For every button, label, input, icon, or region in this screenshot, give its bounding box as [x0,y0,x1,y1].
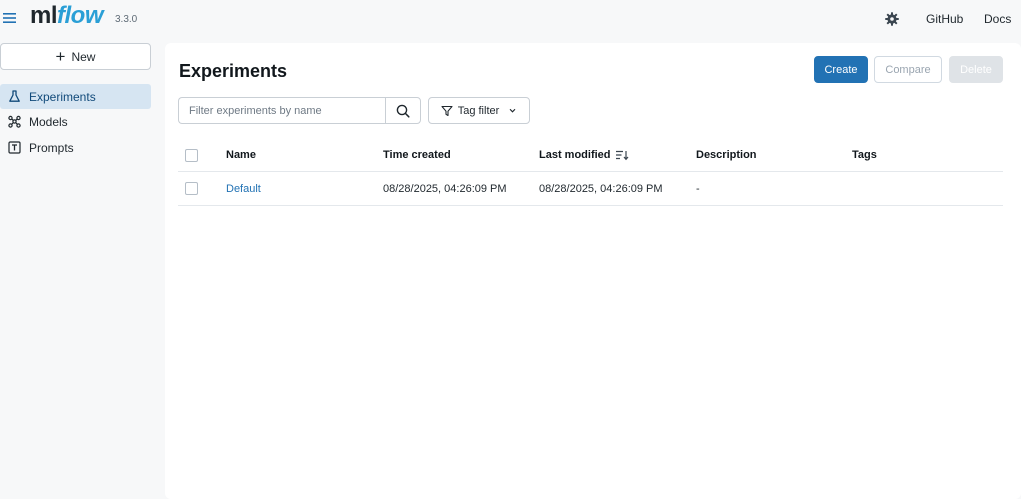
column-header-time-created[interactable]: Time created [383,139,451,171]
chevron-down-icon [509,108,516,113]
prompt-icon [8,141,21,154]
sidebar-item-experiments[interactable]: Experiments [0,84,151,109]
tag-filter-label: Tag filter [457,104,500,117]
tag-filter-button[interactable]: Tag filter [428,97,530,124]
column-header-name[interactable]: Name [226,139,256,171]
column-header-label: Last modified [539,149,611,161]
docs-link[interactable]: Docs [984,12,1011,26]
sidebar-item-models[interactable]: Models [0,109,151,134]
sidebar-item-label: Prompts [29,140,74,155]
select-all-checkbox[interactable] [185,148,198,162]
mlflow-logo[interactable]: ml flow [30,2,104,34]
sort-descending-icon[interactable] [615,149,629,161]
column-header-last-modified[interactable]: Last modified [539,139,629,171]
compare-button[interactable]: Compare [874,56,942,83]
logo-ml-text: ml [30,2,58,29]
row-checkbox[interactable] [185,182,198,195]
logo-flow-text: flow [57,2,104,29]
sidebar-item-label: Experiments [29,89,96,104]
table-header: Name Time created Last modified Descript… [178,139,1003,172]
experiments-table: Name Time created Last modified Descript… [178,139,1003,206]
flask-icon [9,90,20,102]
experiment-name-link[interactable]: Default [226,172,261,205]
sidebar-item-prompts[interactable]: Prompts [0,135,151,160]
models-icon [8,115,21,128]
search-icon [396,104,410,118]
top-bar: ml flow 3.3.0 GitHub Docs [0,0,1021,40]
new-button-label: New [71,49,96,64]
description-cell: - [696,182,700,195]
column-header-tags: Tags [852,149,877,161]
hamburger-menu-icon[interactable] [3,11,17,25]
version-label: 3.3.0 [115,14,138,25]
gear-icon[interactable] [884,11,900,27]
search-button[interactable] [385,97,421,124]
new-button[interactable]: + New [0,43,151,70]
page-title: Experiments [179,61,288,81]
column-header-description: Description [696,149,757,161]
github-link[interactable]: GitHub [926,12,963,26]
main-panel: Experiments Create Compare Delete Tag fi… [165,43,1021,499]
create-button[interactable]: Create [814,56,868,83]
sidebar: + New Experiments Models Prompts [0,40,158,499]
sidebar-item-label: Models [29,114,68,129]
time-created-cell: 08/28/2025, 04:26:09 PM [383,182,507,195]
search-input[interactable] [178,97,386,124]
filter-icon [441,105,453,116]
last-modified-cell: 08/28/2025, 04:26:09 PM [539,182,663,195]
table-row: Default 08/28/2025, 04:26:09 PM 08/28/20… [178,172,1003,206]
plus-icon: + [55,46,66,66]
search-bar [178,97,421,124]
delete-button[interactable]: Delete [949,56,1003,83]
